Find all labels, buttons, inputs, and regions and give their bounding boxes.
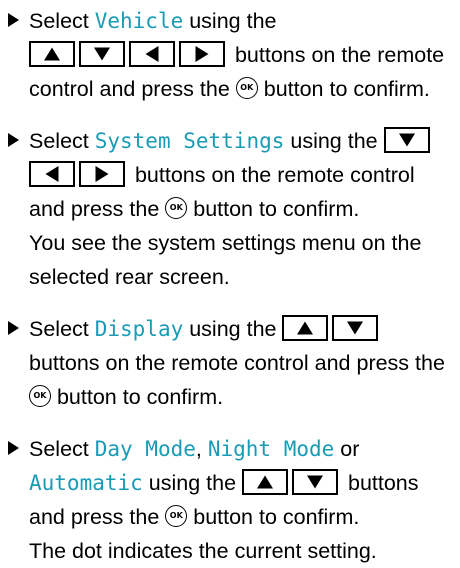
step-text: Select Vehicle using the buttons on the …: [29, 4, 452, 106]
step-text: Select Day Mode, Night Mode or Automatic…: [29, 432, 452, 568]
step-select-vehicle: Select Vehicle using the buttons on the …: [8, 4, 452, 106]
step-text-segment: button to confirm.: [257, 77, 430, 101]
step-text-segment: using the: [284, 129, 384, 153]
step-text-segment: Select: [29, 9, 95, 33]
arrow-down-key-icon: [383, 127, 430, 154]
step-text-segment: or: [334, 437, 360, 461]
arrow-up-key-icon: [242, 469, 289, 496]
step-select-mode: Select Day Mode, Night Mode or Automatic…: [8, 432, 452, 568]
arrow-left-key-icon: [29, 161, 75, 188]
step-text-segment: using the: [183, 9, 277, 33]
ui-term-system-settings: System Settings: [94, 129, 285, 153]
step-text: Select System Settings using the buttons…: [29, 124, 452, 294]
step-select-display: Select Display using the buttons on the …: [8, 312, 452, 414]
arrow-right-key-icon: [179, 41, 225, 68]
ok-button-icon: OK: [165, 197, 188, 220]
arrow-down-key-icon: [292, 469, 339, 496]
ok-button-icon: OK: [235, 77, 258, 100]
step-text-segment: buttons on the remote control and press …: [29, 351, 445, 375]
step-text-segment: button to confirm.: [187, 505, 360, 529]
ui-term-display: Display: [94, 317, 184, 341]
arrow-up-key-icon: [282, 315, 329, 342]
arrow-down-key-icon: [332, 315, 379, 342]
ui-term-automatic: Automatic: [29, 471, 143, 495]
arrow-up-key-icon: [29, 41, 75, 68]
ok-button-icon: OK: [165, 505, 188, 528]
triangle-right-bullet-icon: [8, 133, 19, 147]
step-result-note: The dot indicates the current setting.: [29, 539, 377, 563]
step-text-segment: Select: [29, 129, 95, 153]
instruction-page: Select Vehicle using the buttons on the …: [0, 0, 460, 563]
step-text-segment: using the: [183, 317, 283, 341]
arrow-right-key-icon: [79, 161, 125, 188]
step-text-segment: Select: [29, 437, 95, 461]
ui-term-night-mode: Night Mode: [207, 437, 335, 461]
arrow-down-key-icon: [79, 41, 125, 68]
triangle-right-bullet-icon: [8, 441, 19, 455]
step-text-segment: Select: [29, 317, 95, 341]
ok-button-icon: OK: [29, 385, 51, 408]
step-text-segment: using the: [142, 471, 243, 495]
ui-term-day-mode: Day Mode: [94, 437, 196, 461]
step-select-system-settings: Select System Settings using the buttons…: [8, 124, 452, 294]
arrow-left-key-icon: [129, 41, 175, 68]
ui-term-vehicle: Vehicle: [94, 9, 184, 33]
triangle-right-bullet-icon: [8, 321, 19, 335]
step-text-segment: ,: [195, 437, 208, 461]
step-text: Select Display using the buttons on the …: [29, 312, 452, 414]
step-text-segment: button to confirm.: [51, 385, 224, 409]
step-text-segment: button to confirm.: [187, 197, 360, 221]
triangle-right-bullet-icon: [8, 13, 19, 27]
step-result-note: You see the system settings menu on the …: [29, 231, 422, 289]
